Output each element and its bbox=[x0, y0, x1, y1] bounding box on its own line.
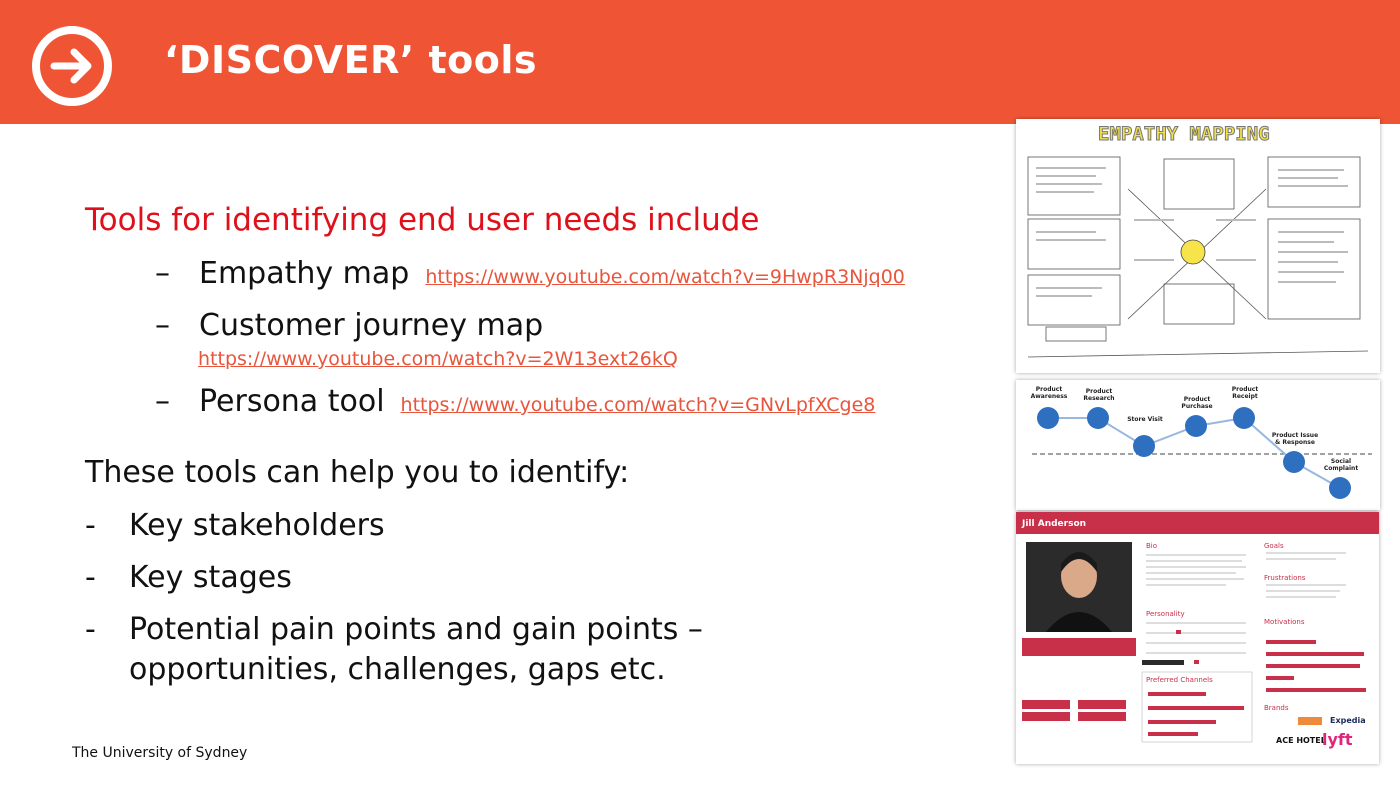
persona-tool-link[interactable]: https://www.youtube.com/watch?v=GNvLpfXC… bbox=[401, 394, 876, 416]
empathy-map-link[interactable]: https://www.youtube.com/watch?v=9HwpR3Nj… bbox=[425, 266, 905, 288]
brand-ace-hotel: ACE HOTEL bbox=[1276, 736, 1326, 745]
journey-stage-label: Product Research bbox=[1083, 388, 1115, 402]
bullet-pain-gain-points: - Potential pain points and gain points – bbox=[85, 612, 703, 647]
dash-marker: – bbox=[155, 308, 170, 343]
brand-logo bbox=[1298, 717, 1322, 725]
bullet-marker: - bbox=[85, 612, 96, 647]
tool-item-persona-tool: – Persona tool https://www.youtube.com/wat… bbox=[155, 384, 875, 419]
help-heading: These tools can help you to identify: bbox=[85, 455, 630, 490]
tool-item-customer-journey-map: – Customer journey map bbox=[155, 308, 543, 343]
arrow-right-circle-icon bbox=[32, 26, 112, 106]
journey-stage-label: Product Purchase bbox=[1181, 396, 1213, 410]
dash-marker: – bbox=[155, 256, 170, 291]
bullet-text: Key stages bbox=[129, 560, 292, 595]
bullet-key-stakeholders: - Key stakeholders bbox=[85, 508, 385, 543]
persona-thumbnail: Jill Anderson Bio Goals Frustrations Per… bbox=[1016, 512, 1379, 764]
journey-stage-label: Product Awareness bbox=[1030, 386, 1068, 400]
bullet-continuation: opportunities, challenges, gaps etc. bbox=[129, 652, 666, 687]
journey-map-thumbnail: Product Awareness Product Research Store… bbox=[1016, 380, 1380, 510]
intro-text: Tools for identifying end user needs inc… bbox=[85, 202, 760, 238]
bullet-text: Potential pain points and gain points – bbox=[129, 612, 703, 647]
journey-stage-label: Product Receipt bbox=[1231, 386, 1259, 400]
bullet-marker: - bbox=[85, 508, 96, 543]
journey-stage-label: Social Complaint bbox=[1323, 458, 1359, 472]
tool-name: Customer journey map bbox=[199, 308, 544, 343]
dash-marker: – bbox=[155, 384, 170, 419]
persona-bars bbox=[1141, 552, 1366, 743]
slide-title: ‘DISCOVER’ tools bbox=[164, 38, 537, 82]
empathy-map-sketch bbox=[1027, 156, 1369, 358]
customer-journey-map-link[interactable]: https://www.youtube.com/watch?v=2W13ext2… bbox=[198, 348, 678, 370]
slide-header: ‘DISCOVER’ tools bbox=[0, 0, 1400, 124]
bullet-text: Key stakeholders bbox=[129, 508, 385, 543]
brand-expedia: Expedia bbox=[1330, 716, 1366, 725]
tool-name: Empathy map bbox=[199, 256, 410, 291]
empathy-map-thumbnail: EMPATHY MAPPING bbox=[1016, 119, 1380, 373]
bullet-marker: - bbox=[85, 560, 96, 595]
journey-stage-label: Store Visit bbox=[1127, 416, 1163, 423]
footer-text: The University of Sydney bbox=[72, 745, 248, 761]
journey-stage-label: Product Issue & Response bbox=[1271, 432, 1319, 446]
bullet-key-stages: - Key stages bbox=[85, 560, 292, 595]
tool-name: Persona tool bbox=[199, 384, 385, 419]
tool-item-empathy-map: – Empathy map https://www.youtube.com/watc… bbox=[155, 256, 905, 291]
brand-lyft: lyft bbox=[1322, 730, 1353, 749]
